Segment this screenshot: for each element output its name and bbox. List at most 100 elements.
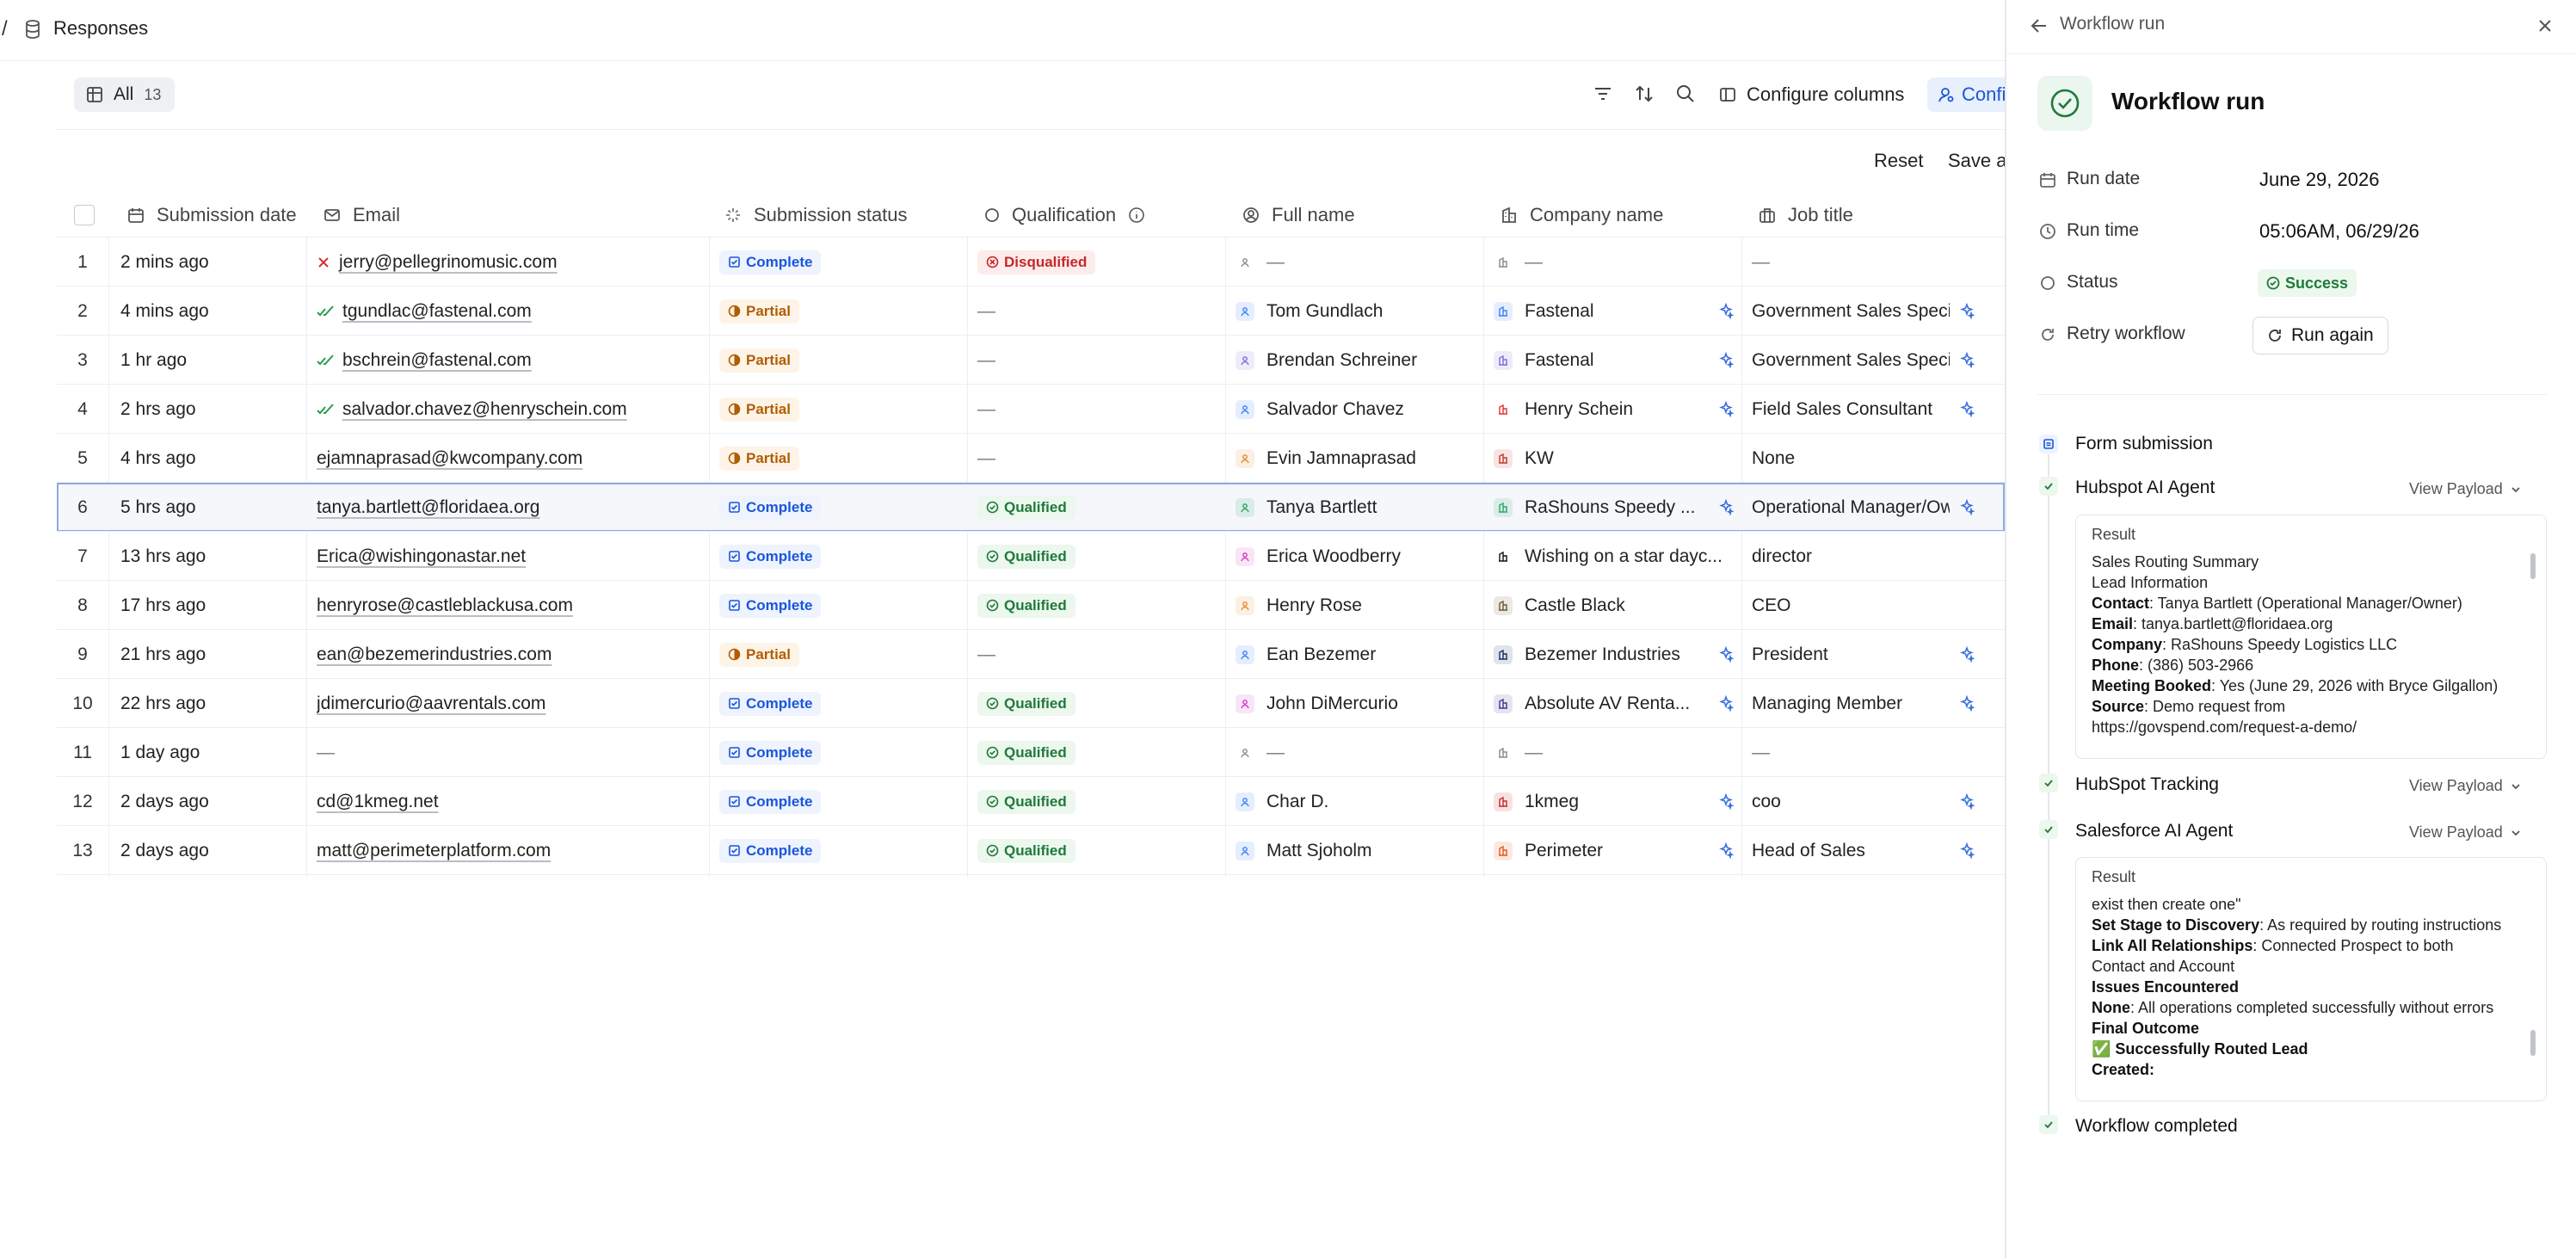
column-header-job-title[interactable]: Job title — [1759, 194, 1853, 236]
workflow-run-panel: Workflow run Workflow run Run date June … — [2005, 0, 2576, 1258]
table-row[interactable]: 12 2 days ago cd@1kmeg.net Complete Qualifie… — [57, 777, 2005, 826]
enrich-sparkle-icon[interactable] — [1717, 400, 1735, 418]
hubspot-result-box[interactable]: Result Sales Routing Summary Lead Inform… — [2075, 515, 2547, 759]
enrich-sparkle-icon[interactable] — [1958, 498, 1975, 516]
table-row[interactable]: 10 22 hrs ago jdimercurio@aavrentals.com Co… — [57, 679, 2005, 728]
cell-email[interactable]: cd@1kmeg.net — [317, 777, 704, 826]
column-header-email[interactable]: Email — [324, 194, 400, 236]
arrow-left-icon[interactable] — [2029, 15, 2049, 36]
column-header-submission-date[interactable]: Submission date — [127, 194, 297, 236]
person-icon — [1236, 743, 1254, 762]
breadcrumb-responses[interactable]: Responses — [53, 17, 148, 40]
retry-workflow-label: Retry workflow — [2067, 324, 2185, 343]
qualification-empty: — — [977, 398, 995, 419]
configure-button[interactable]: Confi — [1927, 77, 2017, 112]
enrich-sparkle-icon[interactable] — [1717, 302, 1735, 320]
filter-icon[interactable] — [1592, 83, 1614, 105]
enrich-sparkle-icon[interactable] — [1958, 792, 1975, 811]
cell-email[interactable]: ean@bezemerindustries.com — [317, 630, 704, 679]
cell-qualification: Qualified — [977, 532, 1227, 581]
enrich-sparkle-icon[interactable] — [1958, 842, 1975, 860]
cell-qualification: — — [977, 385, 1227, 434]
company-logo-icon — [1494, 497, 1513, 517]
scrollbar-thumb[interactable] — [2530, 553, 2536, 579]
cell-email[interactable]: — — [317, 728, 704, 777]
cell-email[interactable]: ejamnaprasad@kwcompany.com — [317, 434, 704, 483]
enrich-sparkle-icon[interactable] — [1717, 351, 1735, 369]
save-button[interactable]: Save a — [1948, 150, 2007, 172]
row-number: 1 — [77, 251, 88, 272]
cell-email[interactable]: Erica@wishingonastar.net — [317, 532, 704, 581]
cell-email[interactable]: bschrein@fastenal.com — [317, 336, 704, 385]
table-row[interactable]: 8 17 hrs ago henryrose@castleblackusa.com C… — [57, 581, 2005, 630]
table-row[interactable]: 11 1 day ago — Complete Qualified — — — — [57, 728, 2005, 777]
column-header-label: Submission date — [157, 204, 297, 225]
column-header-company-name[interactable]: Company name — [1501, 194, 1663, 236]
panel-header: Workflow run — [2006, 0, 2576, 54]
table-row[interactable]: 6 5 hrs ago tanya.bartlett@floridaea.org Co… — [57, 483, 2005, 532]
cell-qualification: Qualified — [977, 581, 1227, 630]
person-icon — [1236, 350, 1254, 370]
table-row[interactable]: 3 1 hr ago bschrein@fastenal.com Partial — Br… — [57, 336, 2005, 385]
scrollbar-thumb[interactable] — [2530, 1030, 2536, 1056]
cell-email[interactable]: jerry@pellegrinomusic.com — [317, 237, 704, 287]
reset-button[interactable]: Reset — [1874, 150, 1923, 172]
enrich-sparkle-icon[interactable] — [1717, 842, 1735, 860]
step-hubspot-ai-agent: Hubspot AI Agent — [2075, 478, 2215, 497]
table-row[interactable]: 1 2 mins ago jerry@pellegrinomusic.com Comp… — [57, 237, 2005, 287]
cell-submission-date: 5 hrs ago — [120, 496, 196, 517]
enrich-sparkle-icon[interactable] — [1958, 351, 1975, 369]
cell-company-name: Perimeter — [1494, 826, 1752, 875]
result-content: exist then create one" Set Stage to Disc… — [2092, 894, 2522, 1080]
enrich-sparkle-icon[interactable] — [1958, 645, 1975, 663]
select-all-checkbox[interactable] — [74, 205, 95, 225]
tab-all[interactable]: All 13 — [74, 77, 176, 112]
run-date-value: June 29, 2026 — [2259, 169, 2380, 190]
enrich-sparkle-icon[interactable] — [1717, 498, 1735, 516]
cell-email[interactable]: jdimercurio@aavrentals.com — [317, 679, 704, 728]
view-payload-button[interactable]: View Payload — [2409, 823, 2522, 842]
cell-full-name: Brendan Schreiner — [1236, 336, 1485, 385]
view-payload-button[interactable]: View Payload — [2409, 777, 2522, 795]
sort-icon[interactable] — [1633, 83, 1655, 105]
result-line: Source: Demo request from — [2092, 698, 2286, 715]
enrich-sparkle-icon[interactable] — [1958, 694, 1975, 712]
search-icon[interactable] — [1674, 83, 1697, 105]
row-number: 13 — [72, 840, 93, 860]
enrich-sparkle-icon[interactable] — [1717, 694, 1735, 712]
table-row[interactable]: 7 13 hrs ago Erica@wishingonastar.net Compl… — [57, 532, 2005, 581]
table-row[interactable]: 13 2 days ago matt@perimeterplatform.com Co… — [57, 826, 2005, 875]
person-icon — [1236, 595, 1254, 615]
enrich-sparkle-icon[interactable] — [1958, 400, 1975, 418]
cell-email[interactable]: matt@perimeterplatform.com — [317, 826, 704, 875]
enrich-sparkle-icon[interactable] — [1958, 302, 1975, 320]
info-icon[interactable] — [1128, 207, 1145, 224]
company-name-text: Fastenal — [1525, 349, 1594, 370]
table-row[interactable]: 4 2 hrs ago salvador.chavez@henryschein.co… — [57, 385, 2005, 434]
email-text: henryrose@castleblackusa.com — [317, 595, 573, 615]
enrich-sparkle-icon[interactable] — [1717, 792, 1735, 811]
result-line: None: All operations completed successfu… — [2092, 999, 2494, 1016]
cell-email[interactable]: tanya.bartlett@floridaea.org — [317, 483, 704, 532]
table-row[interactable]: 5 4 hrs ago ejamnaprasad@kwcompany.com Part… — [57, 434, 2005, 483]
view-payload-button[interactable]: View Payload — [2409, 480, 2522, 498]
qualification-badge: Disqualified — [977, 250, 1096, 274]
salesforce-result-box[interactable]: Result exist then create one" Set Stage … — [2075, 857, 2547, 1101]
cell-email[interactable]: henryrose@castleblackusa.com — [317, 581, 704, 630]
job-title-text: — — [1752, 251, 1770, 272]
configure-columns-button[interactable]: Configure columns — [1719, 77, 1904, 112]
column-header-qualification[interactable]: Qualification — [984, 194, 1145, 236]
close-icon[interactable] — [2535, 15, 2555, 36]
row-number: 9 — [77, 644, 88, 664]
run-again-button[interactable]: Run again — [2252, 317, 2388, 355]
table-row[interactable]: 2 4 mins ago tgundlac@fastenal.com Partial —… — [57, 287, 2005, 336]
enrich-sparkle-icon[interactable] — [1717, 645, 1735, 663]
cell-email[interactable]: salvador.chavez@henryschein.com — [317, 385, 704, 434]
status-label: Partial — [746, 351, 791, 368]
column-header-full-name[interactable]: Full name — [1242, 194, 1355, 236]
cell-email[interactable]: tgundlac@fastenal.com — [317, 287, 704, 336]
company-name-text: Perimeter — [1525, 840, 1604, 860]
status-badge: Complete — [719, 544, 822, 569]
column-header-submission-status[interactable]: Submission status — [724, 194, 908, 236]
table-row[interactable]: 9 21 hrs ago ean@bezemerindustries.com Part… — [57, 630, 2005, 679]
